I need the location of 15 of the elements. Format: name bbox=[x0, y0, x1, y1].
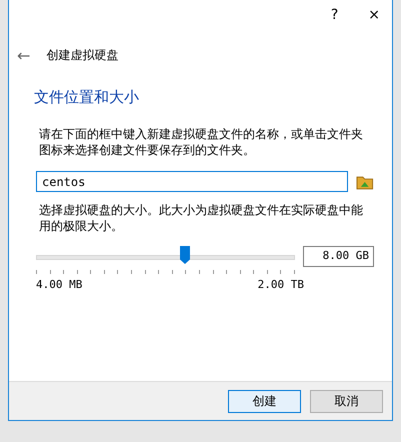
dialog-title: 创建虚拟硬盘 bbox=[46, 46, 118, 64]
file-name-field[interactable]: centos bbox=[36, 171, 348, 192]
cancel-button[interactable]: 取消 bbox=[310, 390, 383, 412]
folder-icon[interactable] bbox=[356, 174, 374, 190]
max-size-label: 2.00 TB bbox=[258, 278, 304, 291]
size-slider[interactable] bbox=[36, 246, 296, 274]
help-button[interactable]: ? bbox=[330, 7, 338, 23]
size-description: 选择虚拟硬盘的大小。此大小为虚拟硬盘文件在实际硬盘中能用的极限大小。 bbox=[39, 202, 364, 234]
min-size-label: 4.00 MB bbox=[36, 278, 82, 291]
create-button[interactable]: 创建 bbox=[228, 390, 301, 412]
section-title: 文件位置和大小 bbox=[34, 88, 139, 106]
back-button[interactable]: ← bbox=[17, 46, 30, 64]
close-button[interactable]: × bbox=[368, 7, 380, 23]
location-description: 请在下面的框中键入新建虚拟硬盘文件的名称，或单击文件夹图标来选择创建文件要保存到的文件夹。 bbox=[39, 126, 364, 158]
size-field[interactable]: 8.00 GB bbox=[303, 246, 374, 267]
